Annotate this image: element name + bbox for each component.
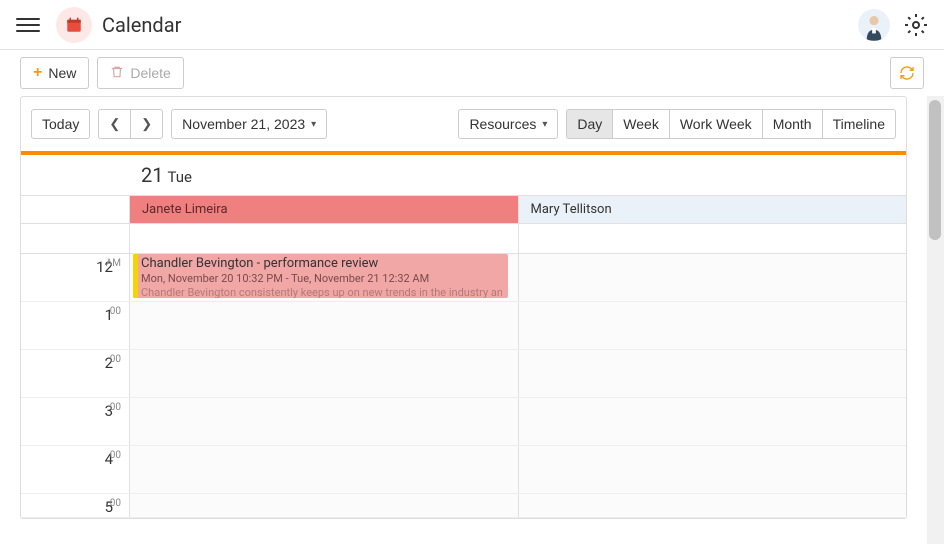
delete-button[interactable]: Delete xyxy=(97,57,183,89)
time-cell[interactable] xyxy=(518,398,907,445)
time-cell[interactable] xyxy=(518,350,907,397)
time-cell[interactable] xyxy=(518,302,907,349)
time-cell[interactable] xyxy=(129,398,518,445)
actions-bar: + New Delete xyxy=(0,50,944,96)
view-switcher: Day Week Work Week Month Timeline xyxy=(566,109,896,139)
refresh-button[interactable] xyxy=(890,57,924,89)
time-cell[interactable] xyxy=(129,350,518,397)
view-week-button[interactable]: Week xyxy=(612,109,669,139)
time-row: 200 xyxy=(21,350,906,398)
time-row: 500 xyxy=(21,494,906,518)
refresh-icon xyxy=(899,65,915,81)
resource-column-janete[interactable]: Janete Limeira xyxy=(129,196,518,223)
time-row: 100 xyxy=(21,302,906,350)
view-workweek-button[interactable]: Work Week xyxy=(669,109,762,139)
event-description: Chandler Bevington consistently keeps up… xyxy=(141,286,502,298)
scrollbar-thumb[interactable] xyxy=(929,100,941,240)
new-button-label: New xyxy=(48,65,76,81)
trash-icon xyxy=(110,65,124,82)
settings-icon[interactable] xyxy=(904,13,928,37)
plus-icon: + xyxy=(33,65,42,81)
today-button[interactable]: Today xyxy=(31,109,90,139)
chevron-left-icon: ❮ xyxy=(109,116,120,132)
hour-suffix: 00 xyxy=(110,450,121,461)
time-cell[interactable] xyxy=(129,446,518,493)
content-area: Today ❮ ❯ November 21, 2023 ▾ Resources … xyxy=(0,96,927,544)
new-button[interactable]: + New xyxy=(20,57,89,89)
calendar-app-icon xyxy=(56,7,92,43)
date-label: November 21, 2023 xyxy=(182,116,305,132)
event-accent-bar xyxy=(133,254,138,298)
chevron-right-icon: ❯ xyxy=(141,116,152,132)
prev-button[interactable]: ❮ xyxy=(98,109,130,139)
day-name: Tue xyxy=(167,168,191,186)
caret-down-icon: ▾ xyxy=(311,119,316,130)
time-row: 400 xyxy=(21,446,906,494)
hour-suffix: 00 xyxy=(110,402,121,413)
calendar-controls: Today ❮ ❯ November 21, 2023 ▾ Resources … xyxy=(21,97,906,151)
time-cell[interactable] xyxy=(518,494,907,517)
hour-suffix: 00 xyxy=(110,354,121,365)
allday-cell[interactable] xyxy=(129,224,518,253)
top-bar: Calendar xyxy=(0,0,944,50)
time-row: 300 xyxy=(21,398,906,446)
next-button[interactable]: ❯ xyxy=(130,109,163,139)
view-month-button[interactable]: Month xyxy=(762,109,822,139)
day-number: 21 xyxy=(141,163,163,187)
date-header: 21Tue xyxy=(21,155,906,196)
delete-button-label: Delete xyxy=(130,65,170,81)
caret-down-icon: ▾ xyxy=(542,119,547,130)
date-picker-button[interactable]: November 21, 2023 ▾ xyxy=(171,109,327,139)
allday-cell[interactable] xyxy=(518,224,907,253)
allday-row xyxy=(21,224,906,254)
resources-button[interactable]: Resources ▾ xyxy=(458,109,558,139)
time-grid: 12AM 100 200 300 400 xyxy=(21,254,906,518)
vertical-scrollbar[interactable] xyxy=(927,96,944,544)
time-cell[interactable] xyxy=(518,254,907,301)
time-cell[interactable] xyxy=(129,302,518,349)
hour-suffix: 00 xyxy=(110,498,121,509)
app-title: Calendar xyxy=(102,13,181,37)
resource-column-mary[interactable]: Mary Tellitson xyxy=(518,196,907,223)
resource-header: Janete Limeira Mary Tellitson xyxy=(21,196,906,224)
time-cell[interactable] xyxy=(129,494,518,517)
event-title: Chandler Bevington - performance review xyxy=(141,256,502,271)
hour-suffix: 00 xyxy=(110,306,121,317)
date-heading[interactable]: 21Tue xyxy=(129,155,906,195)
resources-label: Resources xyxy=(469,116,536,132)
menu-icon[interactable] xyxy=(16,13,40,37)
view-timeline-button[interactable]: Timeline xyxy=(822,109,896,139)
view-day-button[interactable]: Day xyxy=(566,109,612,139)
hour-suffix: AM xyxy=(106,258,121,269)
calendar-panel: Today ❮ ❯ November 21, 2023 ▾ Resources … xyxy=(20,96,907,519)
event-time: Mon, November 20 10:32 PM - Tue, Novembe… xyxy=(141,272,502,285)
calendar-event[interactable]: Chandler Bevington - performance review … xyxy=(133,254,508,298)
time-cell[interactable] xyxy=(518,446,907,493)
user-avatar[interactable] xyxy=(858,9,890,41)
